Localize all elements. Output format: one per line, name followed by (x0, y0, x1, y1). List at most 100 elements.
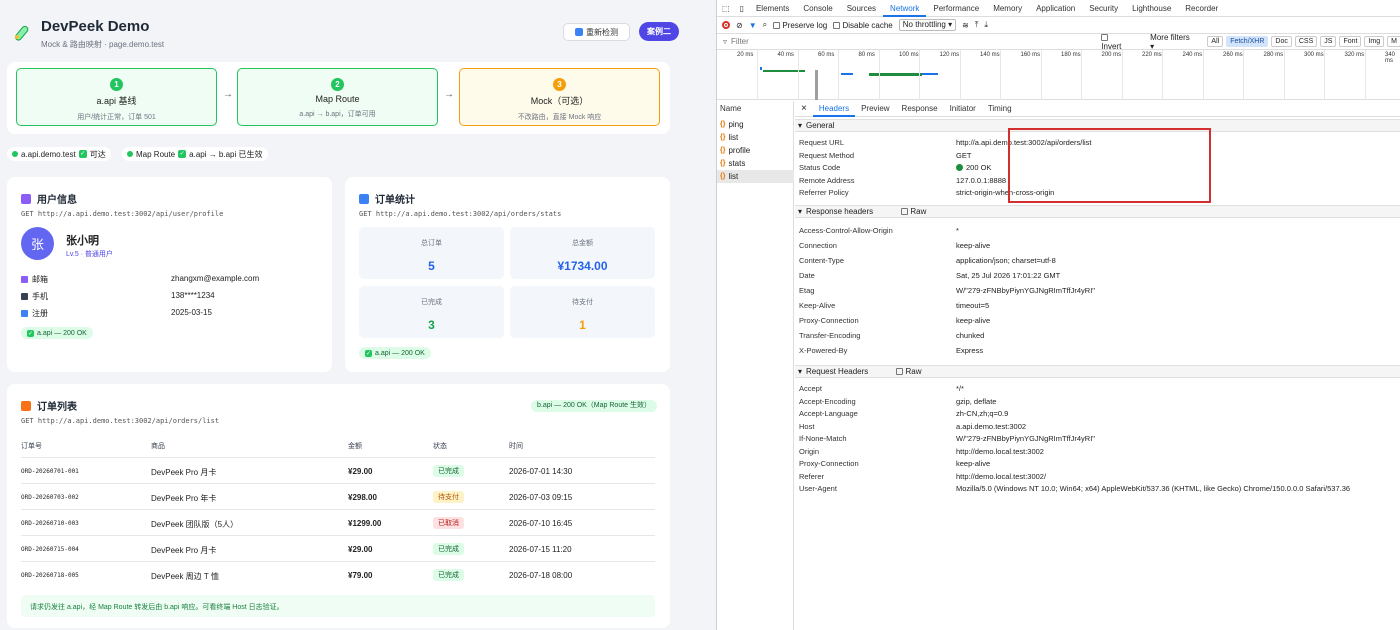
map-route-badge: b.api — 200 OK（Map Route 生效） (531, 400, 657, 412)
header-name: User-Agent (799, 484, 837, 493)
header-value: a.api.demo.test:3002 (956, 421, 1027, 431)
request-item-selected[interactable]: {} list (717, 170, 794, 183)
tab-console[interactable]: Console (796, 0, 839, 17)
response-headers-section[interactable]: ▾ Response headers Raw (795, 205, 1400, 218)
tab-application[interactable]: Application (1029, 0, 1082, 17)
filter-css[interactable]: CSS (1294, 36, 1318, 47)
raw-checkbox[interactable]: Raw (896, 367, 922, 376)
tab-security[interactable]: Security (1082, 0, 1125, 17)
network-timeline[interactable]: 20 ms 40 ms 60 ms 80 ms 100 ms 120 ms 140 ms 16… (717, 50, 1400, 100)
timeline-gridline (1162, 50, 1163, 100)
close-icon[interactable]: × (795, 103, 813, 114)
request-item[interactable]: {} stats (717, 157, 794, 170)
invert-checkbox[interactable]: Invert (1101, 33, 1130, 51)
filter-bar: ▿ Filter Invert More filters ▾ All Fetch… (717, 33, 1400, 51)
header-row[interactable]: Accept-Encoding gzip, deflate (795, 397, 1400, 409)
preserve-log-checkbox[interactable]: Preserve log (773, 21, 827, 30)
request-item[interactable]: {} ping (717, 118, 794, 131)
filter-all[interactable]: All (1207, 36, 1224, 47)
header-row[interactable]: Access-Control-Allow-Origin * (795, 226, 1400, 238)
tab-performance[interactable]: Performance (926, 0, 986, 17)
filter-doc[interactable]: Doc (1271, 36, 1292, 47)
tab-preview[interactable]: Preview (855, 101, 895, 117)
status-dot-icon (12, 151, 18, 157)
step-map-route[interactable]: 2 Map Route a.api → b.api，订单可用 (237, 68, 438, 126)
filter-img[interactable]: Img (1364, 36, 1385, 47)
header-row[interactable]: Accept */* (795, 384, 1400, 396)
tab-response[interactable]: Response (896, 101, 944, 117)
step-mock[interactable]: 3 Mock（可选） 不改路由，直接 Mock 响应 (459, 68, 660, 126)
header-row[interactable]: Proxy-Connection keep-alive (795, 316, 1400, 328)
tab-initiator[interactable]: Initiator (944, 101, 982, 117)
table-row[interactable]: ORD-20260718-005 DevPeek 周边 T 恤 ¥79.00 已… (21, 561, 655, 587)
filter-js[interactable]: JS (1320, 36, 1337, 47)
header-name: Origin (799, 446, 820, 456)
timeline-gridline (1324, 50, 1325, 100)
header-row[interactable]: Date Sat, 25 Jul 2026 17:01:22 GMT (795, 271, 1400, 283)
table-row[interactable]: ORD-20260710-003 DevPeek 团队版（5人） ¥1299.0… (21, 509, 655, 535)
header-row[interactable]: Keep-Alive timeout=5 (795, 301, 1400, 313)
search-icon[interactable]: ⌕ (763, 20, 767, 30)
tab-network[interactable]: Network (883, 0, 927, 17)
record-icon[interactable] (722, 21, 730, 29)
device-icon[interactable]: ▯ (735, 0, 749, 17)
tab-timing[interactable]: Timing (982, 101, 1018, 117)
header-row[interactable]: Connection keep-alive (795, 241, 1400, 253)
filter-icon[interactable]: ▼ (749, 21, 757, 30)
tab-memory[interactable]: Memory (986, 0, 1029, 17)
inspect-icon[interactable]: ⬚ (717, 0, 735, 17)
header-row[interactable]: Proxy-Connection keep-alive (795, 459, 1400, 471)
case-two-button[interactable]: 案例二 (639, 22, 679, 41)
header-row[interactable]: Etag W/"279-zFNBbyPiynYGJNgRImTffJr4yRI" (795, 286, 1400, 298)
timeline-tick: 40 ms (777, 52, 794, 58)
throttling-select[interactable]: No throttling ▾ (898, 19, 957, 31)
header-value: W/"279-zFNBbyPiynYGJNgRImTffJr4yRI" (956, 434, 1095, 443)
request-headers-section[interactable]: ▾ Request Headers Raw (795, 365, 1400, 378)
table-row[interactable]: ORD-20260701-001 DevPeek Pro 月卡 ¥29.00 已… (21, 457, 655, 483)
filter-font[interactable]: Font (1339, 36, 1362, 47)
tab-recorder[interactable]: Recorder (1178, 0, 1225, 17)
tab-sources[interactable]: Sources (840, 0, 883, 17)
tab-headers[interactable]: Headers (812, 101, 856, 117)
xhr-icon: {} (720, 121, 726, 128)
timeline-gridline (838, 50, 839, 100)
header-row[interactable]: Accept-Language zh-CN,zh;q=0.9 (795, 409, 1400, 421)
header-row[interactable]: X-Powered-By Express (795, 346, 1400, 358)
filter-fetch-xhr[interactable]: Fetch/XHR (1226, 36, 1269, 47)
header-name: Referer (799, 471, 825, 481)
header-row[interactable]: Host a.api.demo.test:3002 (795, 422, 1400, 434)
wifi-icon[interactable]: ≋ (962, 21, 969, 30)
request-item[interactable]: {} profile (717, 144, 794, 157)
step-baseline[interactable]: 1 a.api 基线 用户/统计正常，订单 501 (16, 68, 217, 126)
filter-input[interactable]: Filter (731, 37, 1101, 46)
header-value: application/json; charset=utf-8 (956, 256, 1056, 265)
header-row[interactable]: Origin http://demo.local.test:3002 (795, 447, 1400, 459)
header-row[interactable]: Content-Type application/json; charset=ut… (795, 256, 1400, 268)
tab-elements[interactable]: Elements (749, 0, 796, 17)
step-desc: 不改路由，直接 Mock 响应 (517, 114, 602, 121)
filter-more[interactable]: M (1387, 36, 1400, 47)
upload-icon[interactable]: ⤒ (975, 20, 979, 30)
request-item[interactable]: {} list (717, 131, 794, 144)
status-map-route: Map Route ✓ a.api → b.api 已生效 (122, 147, 268, 161)
header-row[interactable]: Referer http://demo.local.test:3002/ (795, 472, 1400, 484)
header-row[interactable]: Transfer-Encoding chunked (795, 331, 1400, 343)
check-icon: ✓ (78, 150, 87, 158)
more-filters-dropdown[interactable]: More filters ▾ (1150, 33, 1195, 51)
table-row[interactable]: ORD-20260715-004 DevPeek Pro 月卡 ¥29.00 已… (21, 535, 655, 561)
name-column-header[interactable]: Name (720, 104, 741, 113)
header-name: Content-Type (799, 256, 845, 265)
tab-lighthouse[interactable]: Lighthouse (1125, 0, 1178, 17)
check-icon: ✓ (27, 329, 34, 337)
email-icon (21, 276, 28, 283)
header-row[interactable]: User-Agent Mozilla/5.0 (Windows NT 10.0; … (795, 484, 1400, 496)
header-row[interactable]: If-None-Match W/"279-zFNBbyPiynYGJNgRImTf… (795, 434, 1400, 446)
table-row[interactable]: ORD-20260703-002 DevPeek Pro 年卡 ¥298.00 … (21, 483, 655, 509)
disable-cache-checkbox[interactable]: Disable cache (833, 21, 893, 30)
recheck-button[interactable]: 重新检测 (563, 23, 630, 41)
timeline-gridline (1040, 50, 1042, 100)
download-icon[interactable]: ⤓ (984, 20, 988, 30)
step-title: Mock（可选） (530, 96, 589, 106)
clear-icon[interactable]: ⊘ (736, 21, 743, 30)
raw-checkbox[interactable]: Raw (901, 207, 926, 216)
